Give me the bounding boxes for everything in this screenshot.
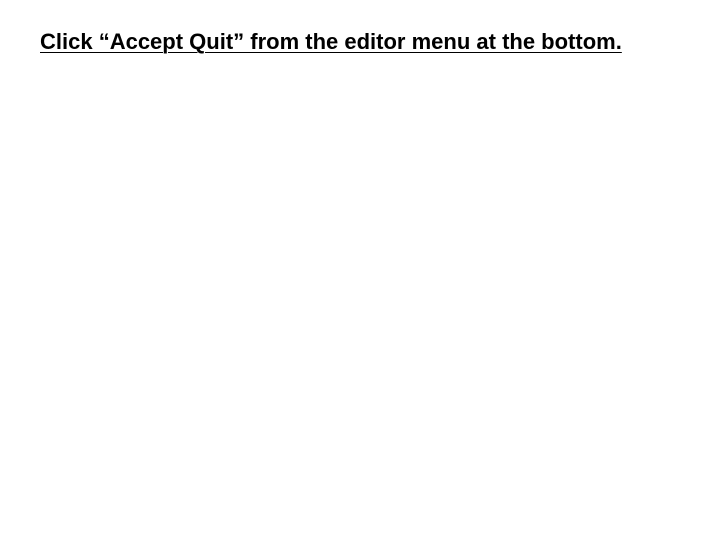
instruction-text: Click “Accept Quit” from the editor menu… — [40, 28, 640, 56]
slide-container: Click “Accept Quit” from the editor menu… — [0, 0, 720, 540]
